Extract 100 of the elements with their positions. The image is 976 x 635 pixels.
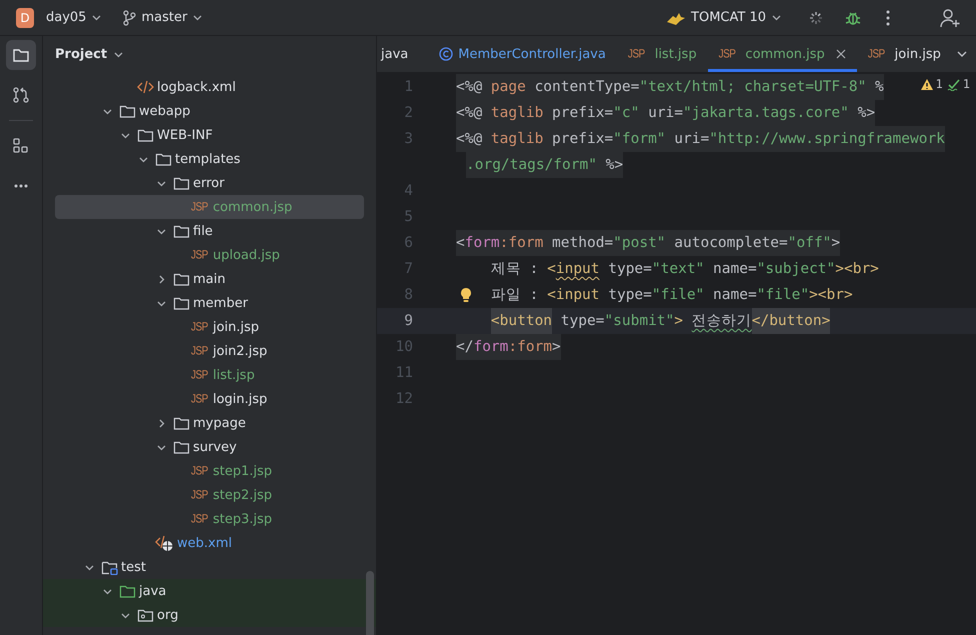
code-token: <%@ — [456, 130, 484, 149]
tree-item[interactable]: survey — [55, 435, 364, 459]
project-avatar: D — [16, 8, 34, 28]
file-name: web.xml — [177, 536, 232, 550]
file-name: error — [193, 176, 224, 190]
file-name: test — [121, 560, 146, 574]
code-token: "text/html; charset=UTF-8" — [639, 78, 866, 97]
code-token: "file" — [652, 286, 704, 305]
close-icon[interactable] — [836, 49, 846, 59]
scrollbar[interactable] — [366, 571, 374, 635]
file-type-label: JSP — [191, 368, 208, 382]
folder-icon — [155, 151, 172, 167]
folder-icon — [173, 175, 190, 191]
tree-item[interactable]: mypage — [55, 411, 364, 435]
tab-label: join.jsp — [894, 46, 941, 62]
code-token: type= — [607, 286, 652, 305]
code-token: type= — [607, 260, 652, 279]
tree-item[interactable]: member — [55, 291, 364, 315]
file-name: file — [193, 224, 213, 238]
code-token: %> — [604, 156, 624, 175]
code-token: <button — [490, 308, 552, 334]
editor-tab[interactable]: JSP join.jsp — [856, 36, 952, 72]
tree-item[interactable]: JSP common.jsp — [55, 195, 364, 219]
branch-selector[interactable]: master — [118, 10, 208, 26]
file-type-label: JSP — [191, 344, 208, 358]
file-name: member — [193, 296, 248, 310]
add-user-icon[interactable] — [940, 8, 960, 28]
code-token: .org/tags/form" — [466, 156, 597, 175]
tool-window-button[interactable] — [6, 40, 36, 70]
typo-count: 1 — [962, 77, 970, 91]
tab-label: java — [381, 46, 408, 62]
more-vertical-icon[interactable] — [886, 10, 890, 26]
code-token: prefix= — [551, 104, 614, 123]
code-token: input — [556, 260, 600, 279]
file-name: WEB-INF — [157, 128, 213, 142]
folder-icon — [173, 415, 190, 431]
code-token: "file" — [756, 286, 810, 305]
folder-icon — [173, 295, 190, 311]
code-token: %> — [856, 104, 876, 123]
file-type-label: JSP — [191, 200, 208, 214]
code-token: < — [456, 234, 465, 253]
tree-item[interactable]: org — [43, 603, 376, 627]
tree-item[interactable]: error — [55, 171, 364, 195]
tree-item[interactable]: templates — [55, 147, 364, 171]
editor-tab[interactable]: java — [377, 36, 428, 72]
code-token: <%@ — [456, 78, 484, 97]
panel-title-dropdown[interactable]: Project — [55, 47, 124, 62]
tree-item[interactable]: JSP login.jsp — [55, 387, 364, 411]
more-horizontal-icon — [14, 184, 28, 188]
run-config-selector[interactable]: TOMCAT 10 — [662, 10, 786, 26]
tree-item[interactable]: JSP list.jsp — [55, 363, 364, 387]
folder-icon — [173, 271, 190, 287]
code-token: "submit" — [604, 312, 674, 331]
file-type-label: JSP — [191, 488, 208, 502]
code-token: % — [874, 78, 884, 97]
code-token: taglib — [490, 130, 544, 149]
project-selector[interactable]: day05 — [42, 10, 106, 25]
file-name: step2.jsp — [212, 488, 272, 502]
tree-item[interactable]: webapp — [55, 99, 364, 123]
tree-item[interactable]: JSP join2.jsp — [55, 339, 364, 363]
tree-item[interactable]: web.xml — [55, 531, 364, 555]
tree-item[interactable]: JSP step1.jsp — [55, 459, 364, 483]
code-token: ><br> — [835, 260, 879, 279]
tree-item[interactable]: file — [55, 219, 364, 243]
code-token: :form — [500, 234, 544, 253]
code-token: </ — [456, 338, 474, 357]
code-token: "jakarta.tags.core" — [683, 104, 849, 123]
code-token: form — [464, 234, 500, 253]
tree-item[interactable]: java — [43, 579, 376, 603]
editor-tab[interactable]: MemberController.java — [428, 36, 617, 72]
tree-item[interactable]: test — [55, 555, 364, 579]
code-token: < — [547, 260, 556, 279]
folder-icon — [137, 127, 154, 143]
tree-item[interactable]: JSP step3.jsp — [55, 507, 364, 531]
file-name: org — [157, 608, 178, 622]
file-name: survey — [193, 440, 237, 454]
class-icon — [439, 47, 454, 61]
code-token: type= — [560, 312, 604, 331]
test-folder-icon — [101, 559, 118, 575]
file-type-label: JSP — [191, 248, 208, 262]
tree-item[interactable]: logback.xml — [55, 75, 364, 99]
folder-icon — [119, 103, 136, 119]
folder-icon — [173, 439, 190, 455]
tree-item[interactable]: JSP step2.jsp — [55, 483, 364, 507]
code-token: method= — [551, 234, 614, 253]
tree-item[interactable]: JSP upload.jsp — [55, 243, 364, 267]
light-bulb-icon[interactable] — [460, 287, 472, 303]
tree-item[interactable]: main — [55, 267, 364, 291]
file-name: join.jsp — [212, 320, 260, 334]
file-type-label: JSP — [718, 47, 736, 61]
code-token: "form" — [613, 130, 666, 149]
file-type-label: JSP — [191, 320, 208, 334]
web-xml-icon — [155, 534, 174, 552]
code-token: "http://www.springframework — [709, 130, 945, 149]
tab-label: list.jsp — [654, 46, 697, 62]
tree-item[interactable]: JSP join.jsp — [55, 315, 364, 339]
tree-item[interactable]: WEB-INF — [55, 123, 364, 147]
code-token: "subject" — [756, 260, 836, 279]
editor-tab[interactable]: JSP list.jsp — [616, 36, 708, 72]
file-name: common.jsp — [212, 200, 292, 214]
